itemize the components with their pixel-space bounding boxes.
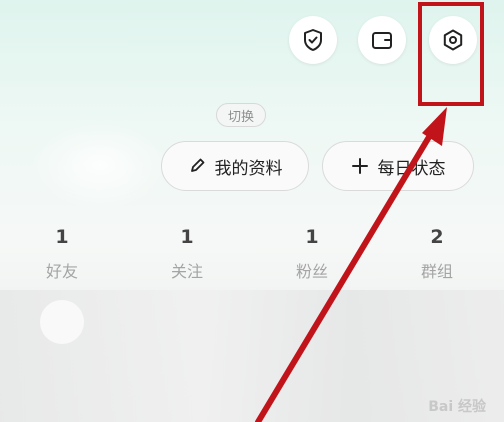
watermark: Bai 经验	[428, 399, 486, 415]
annotation-arrow	[255, 107, 447, 422]
